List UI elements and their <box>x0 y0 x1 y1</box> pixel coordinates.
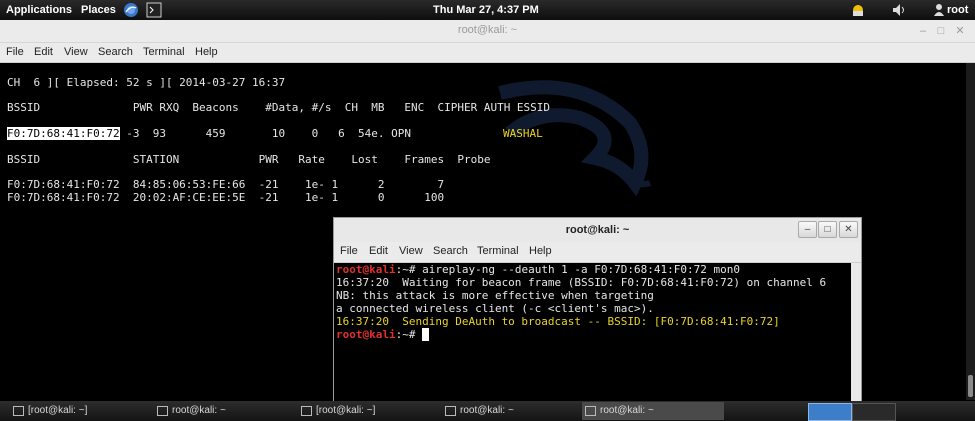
second-window-title: root@kali: ~ <box>565 224 630 236</box>
taskbar-item[interactable]: root@kali: ~ <box>154 402 294 420</box>
prompt-path: :~# <box>395 328 423 341</box>
workspace-switcher-1[interactable] <box>808 403 852 421</box>
top-panel: Applications Places Thu Mar 27, 4:37 PM … <box>0 0 975 20</box>
taskbar-item[interactable]: [root@kali: ~] <box>298 402 438 420</box>
second-terminal-window[interactable]: root@kali: ~ – □ ✕ File Edit View Search… <box>333 217 862 403</box>
taskbar: [root@kali: ~] root@kali: ~ [root@kali: … <box>0 401 975 421</box>
volume-icon[interactable] <box>892 3 908 17</box>
output-line: 16:37:20 Waiting for beacon frame (BSSID… <box>336 276 827 289</box>
second-window-titlebar[interactable]: root@kali: ~ – □ ✕ <box>334 218 861 242</box>
menu-help[interactable]: Help <box>195 46 218 58</box>
menu-file[interactable]: File <box>340 245 358 257</box>
maximize-button[interactable]: □ <box>934 24 948 38</box>
taskbar-item-active[interactable]: root@kali: ~ <box>582 402 724 420</box>
second-maximize-button[interactable]: □ <box>818 221 837 238</box>
user-name[interactable]: root <box>947 4 968 16</box>
menu-terminal[interactable]: Terminal <box>143 46 185 58</box>
taskbar-item[interactable]: root@kali: ~ <box>442 402 578 420</box>
applications-menu[interactable]: Applications <box>6 4 72 16</box>
terminal-icon <box>13 406 24 416</box>
second-terminal[interactable]: root@kali:~# aireplay-ng --deauth 1 -a F… <box>334 263 851 402</box>
main-scrollbar[interactable] <box>966 63 975 400</box>
prompt-user: root@kali <box>336 263 396 276</box>
places-menu[interactable]: Places <box>81 4 116 16</box>
second-window-menubar: File Edit View Search Terminal Help <box>334 242 861 263</box>
main-window-titlebar[interactable]: root@kali: ~ – □ ✕ <box>0 20 975 43</box>
menu-terminal[interactable]: Terminal <box>477 245 519 257</box>
prompt-path: :~# <box>395 263 423 276</box>
menu-search[interactable]: Search <box>98 46 133 58</box>
output-line-deauth: 16:37:20 Sending DeAuth to broadcast -- … <box>336 315 780 328</box>
menu-search[interactable]: Search <box>433 245 468 257</box>
user-icon[interactable] <box>934 4 944 16</box>
main-window-menubar: File Edit View Search Terminal Help <box>0 43 975 63</box>
station-table-header: BSSID STATION PWR Rate Lost Frames Probe <box>7 153 491 166</box>
menu-edit[interactable]: Edit <box>34 46 53 58</box>
clock[interactable]: Thu Mar 27, 4:37 PM <box>433 4 539 16</box>
weather-icon[interactable] <box>850 2 866 18</box>
menu-help[interactable]: Help <box>529 245 552 257</box>
airodump-header: CH 6 ][ Elapsed: 52 s ][ 2014-03-27 16:3… <box>7 76 286 89</box>
browser-icon[interactable] <box>123 2 139 18</box>
menu-view[interactable]: View <box>64 46 88 58</box>
cursor <box>422 328 429 341</box>
ap-table-header: BSSID PWR RXQ Beacons #Data, #/s CH MB E… <box>7 101 551 114</box>
prompt-user: root@kali <box>336 328 396 341</box>
menu-view[interactable]: View <box>399 245 423 257</box>
workspace-switcher-2[interactable] <box>852 403 896 421</box>
station-row: F0:7D:68:41:F0:72 84:85:06:53:FE:66 -21 … <box>7 178 445 191</box>
second-minimize-button[interactable]: – <box>798 221 817 238</box>
output-line: NB: this attack is more effective when t… <box>336 289 654 302</box>
menu-file[interactable]: File <box>6 46 24 58</box>
ap-row: -3 93 459 10 0 6 54e. OPN <box>7 127 411 140</box>
second-scrollbar[interactable] <box>851 263 861 402</box>
second-close-button[interactable]: ✕ <box>839 221 858 238</box>
taskbar-item[interactable]: [root@kali: ~] <box>10 402 150 420</box>
menu-edit[interactable]: Edit <box>369 245 388 257</box>
command-line: root@kali:~# aireplay-ng --deauth 1 -a F… <box>336 263 740 276</box>
terminal-icon <box>445 406 456 416</box>
prompt-line: root@kali:~# <box>336 328 429 341</box>
terminal-icon <box>585 406 596 416</box>
main-window-title: root@kali: ~ <box>457 24 518 36</box>
command-text: aireplay-ng --deauth 1 -a F0:7D:68:41:F0… <box>422 263 740 276</box>
minimize-button[interactable]: – <box>916 24 930 38</box>
close-button[interactable]: ✕ <box>953 24 967 38</box>
output-line: a connected wireless client (-c <client'… <box>336 302 654 315</box>
main-scrollbar-thumb[interactable] <box>968 375 973 397</box>
essid-value: WASHAL <box>503 127 543 140</box>
terminal-launcher-icon[interactable] <box>146 2 162 18</box>
station-row: F0:7D:68:41:F0:72 20:02:AF:CE:EE:5E -21 … <box>7 191 445 204</box>
terminal-icon <box>157 406 168 416</box>
terminal-icon <box>301 406 312 416</box>
